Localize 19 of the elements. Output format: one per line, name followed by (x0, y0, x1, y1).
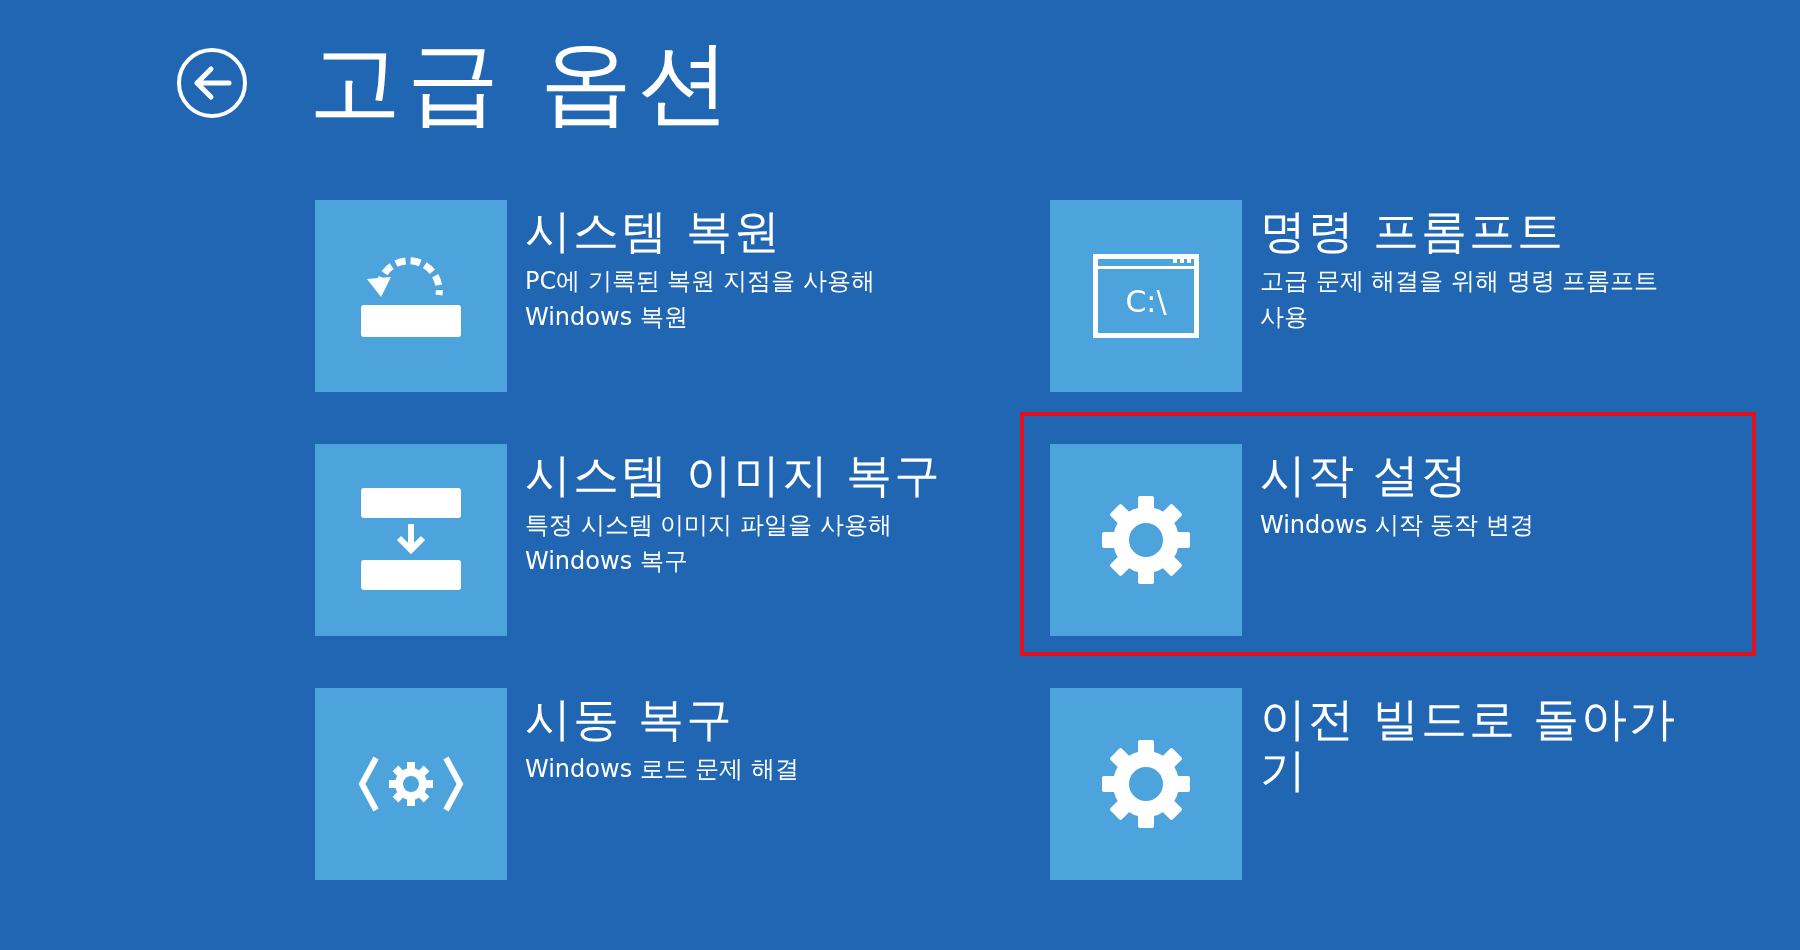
option-title[interactable]: 시스템 이미지 복구 (525, 450, 943, 501)
option-description: Windows 시작 동작 변경 (1260, 510, 1535, 541)
option-tile[interactable] (315, 688, 507, 881)
option-description: Windows 로드 문제 해결 (525, 754, 800, 785)
option-tile[interactable] (1050, 444, 1242, 637)
option-tile[interactable] (315, 444, 507, 637)
back-icon[interactable] (175, 46, 249, 121)
option-title[interactable]: 명령 프롬프트 (1260, 206, 1565, 257)
option-title[interactable]: 시동 복구 (525, 694, 734, 745)
icon-label: C:\ (1125, 284, 1167, 320)
option-title[interactable]: 시작 설정 (1260, 450, 1469, 501)
option-tile[interactable] (315, 200, 507, 393)
option-title[interactable]: 시스템 복원 (525, 206, 782, 257)
option-title[interactable]: 이전 빌드로 돌아가기 (1260, 694, 1680, 796)
page-title: 고급 옵션 (309, 28, 737, 138)
option-description: PC에 기록된 복원 지점을 사용해 Windows 복원 (525, 266, 876, 333)
option-description: 특정 시스템 이미지 파일을 사용해 Windows 복구 (525, 510, 893, 577)
option-tile[interactable] (1050, 688, 1242, 881)
option-description: 고급 문제 해결을 위해 명령 프롬프트 사용 (1260, 266, 1660, 333)
